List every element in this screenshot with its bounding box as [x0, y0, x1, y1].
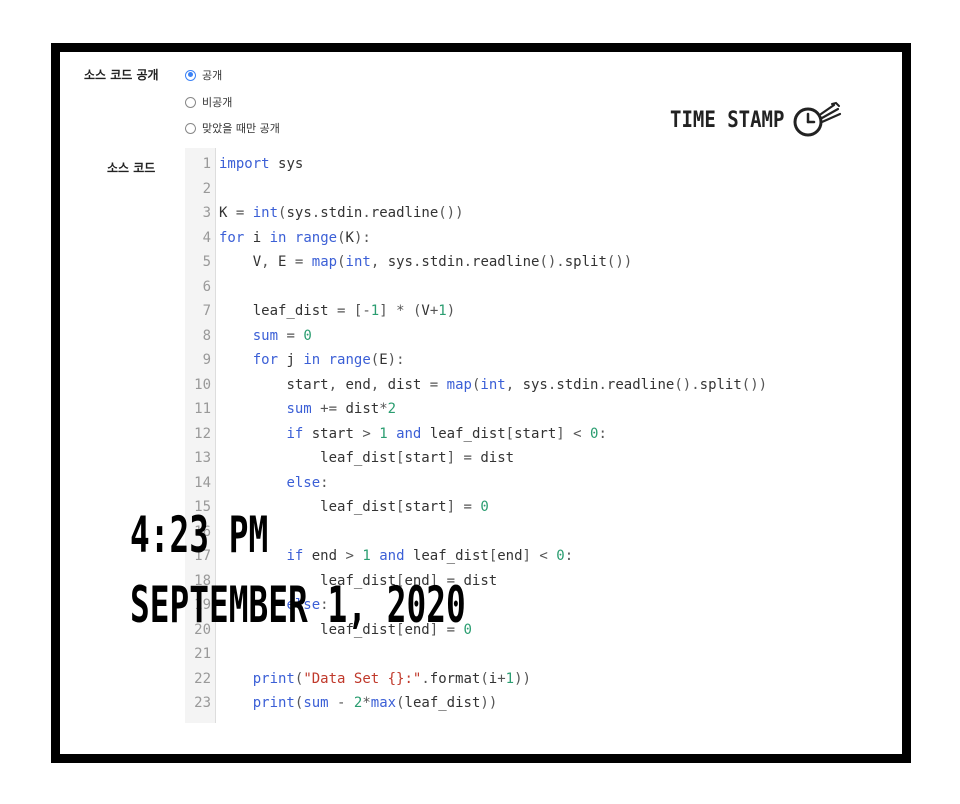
line-number: 14 [194, 474, 211, 491]
code-text: print(sum - 2*max(leaf_dist)) [252, 695, 498, 711]
code-text: else: [286, 474, 329, 491]
code-text: if end > 1 and leaf_dist[end] < 0: [286, 548, 574, 564]
radio-unchecked-icon[interactable] [185, 96, 196, 108]
line-number: 6 [202, 278, 211, 295]
line-number: 10 [194, 376, 211, 393]
radio-public[interactable]: 공개 [185, 67, 222, 83]
radio-checked-icon[interactable] [185, 69, 196, 81]
timestamp-time: 4:23 PM [130, 507, 269, 565]
visibility-label: 소스 코드 공개 [84, 68, 159, 82]
code-editor[interactable]: 1 import sys 2 3 K = int(sys.stdin.readline(… [185, 148, 885, 723]
line-number: 7 [202, 303, 211, 319]
timestamp-logo-text: TIME STAMP [670, 107, 785, 133]
code-text: if start > 1 and leaf_dist[start] < 0: [286, 425, 607, 442]
code-text: for i in range(K): [219, 229, 371, 246]
radio-public-label: 공개 [202, 69, 223, 82]
radio-private[interactable]: 비공개 [185, 94, 232, 110]
radio-public-if-correct-label: 맞았을 때만 공개 [202, 122, 280, 135]
line-number: 8 [202, 327, 211, 344]
code-text: for j in range(E): [252, 352, 405, 368]
line-number: 21 [194, 646, 211, 662]
code-text: start, end, dist = map(int, sys.stdin.re… [286, 376, 768, 393]
line-number: 5 [202, 254, 211, 270]
code-text: import sys [219, 156, 304, 172]
line-number: 23 [194, 695, 211, 711]
radio-unchecked-icon[interactable] [185, 122, 196, 134]
line-number: 3 [202, 205, 211, 221]
line-number: 12 [194, 425, 211, 442]
timestamp-logo: TIME STAMP [670, 100, 844, 140]
code-text: V, E = map(int, sys.stdin.readline().spl… [252, 254, 633, 270]
code-text: leaf_dist[start] = dist [320, 450, 515, 466]
line-number: 22 [194, 670, 211, 687]
code-text: sum += dist*2 [286, 401, 397, 417]
screenshot-frame: 소스 코드 공개 공개 비공개 맞았을 때만 공개 TIME STAMP 소스 … [51, 43, 911, 763]
line-number: 4 [202, 229, 211, 246]
code-text: print("Data Set {}:".format(i+1)) [252, 670, 531, 687]
radio-private-label: 비공개 [202, 96, 233, 109]
code-text: sum = 0 [252, 327, 312, 344]
clock-stamp-icon [793, 101, 842, 137]
radio-public-if-correct[interactable]: 맞았을 때만 공개 [185, 120, 280, 136]
source-code-label: 소스 코드 [107, 161, 156, 175]
line-number: 13 [194, 450, 211, 466]
line-number: 1 [202, 156, 211, 172]
code-text: leaf_dist = [-1] * (V+1) [252, 303, 456, 319]
timestamp-date: SEPTEMBER 1, 2020 [130, 577, 466, 635]
code-text: K = int(sys.stdin.readline()) [219, 205, 464, 221]
line-number: 9 [202, 352, 211, 368]
line-number: 11 [194, 401, 211, 417]
line-number: 2 [202, 180, 211, 197]
